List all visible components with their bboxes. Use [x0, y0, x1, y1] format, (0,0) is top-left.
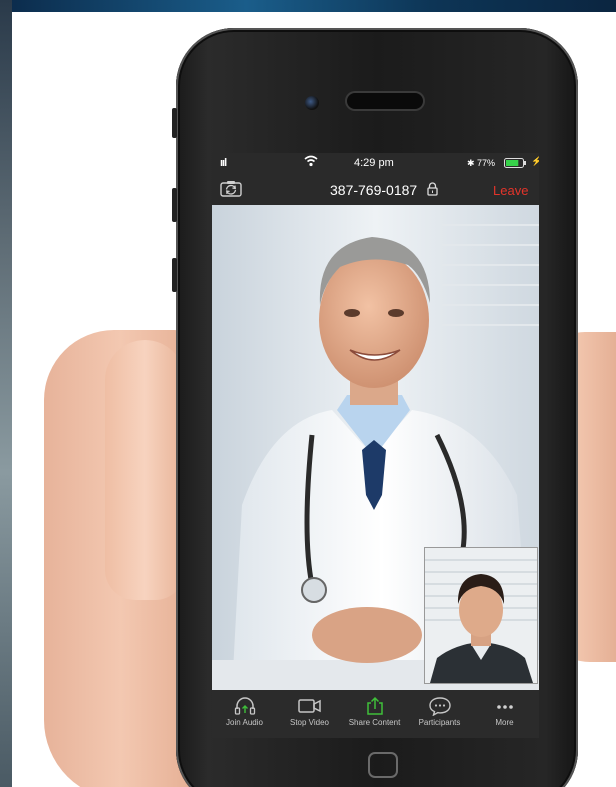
meeting-id: 387-769-0187: [330, 182, 418, 198]
self-view-image: [425, 548, 537, 683]
main-video-feed: [212, 205, 539, 690]
phone-silent-switch: [172, 108, 177, 138]
lock-icon: [427, 182, 438, 201]
join-audio-button[interactable]: Join Audio: [212, 692, 277, 736]
participants-label: Participants: [418, 718, 461, 727]
more-button[interactable]: More: [472, 692, 537, 736]
home-button[interactable]: [368, 752, 398, 778]
video-camera-icon: [297, 699, 321, 713]
switch-camera-icon[interactable]: [220, 180, 242, 202]
headphones-icon: [234, 697, 255, 715]
share-content-label: Share Content: [348, 718, 401, 727]
more-label: More: [495, 718, 514, 727]
photo-scene: ııl 4:29 pm ✱ 77% ⚡ 387-769-0187 Leave J…: [0, 0, 616, 787]
more-dots-icon: [496, 705, 513, 709]
join-audio-label: Join Audio: [226, 718, 263, 727]
meeting-toolbar: Join Audio Stop Video Share Content Part…: [212, 690, 539, 738]
share-icon: [366, 696, 383, 715]
phone-volume-down: [172, 258, 177, 292]
leave-button[interactable]: Leave: [493, 183, 528, 198]
bluetooth-icon: ✱: [467, 158, 475, 168]
stop-video-label: Stop Video: [290, 718, 329, 727]
meeting-header: 387-769-0187 Leave: [212, 173, 539, 205]
battery-percent: 77%: [477, 158, 496, 168]
share-content-button[interactable]: Share Content: [342, 692, 407, 736]
front-camera: [305, 96, 319, 110]
signal-strength: ııl: [220, 157, 227, 169]
status-time: 4:29 pm: [354, 157, 394, 169]
status-bar: ııl 4:29 pm ✱ 77% ⚡: [212, 153, 539, 173]
stop-video-button[interactable]: Stop Video: [277, 692, 342, 736]
phone-screen: ııl 4:29 pm ✱ 77% ⚡ 387-769-0187 Leave J…: [212, 153, 539, 738]
hand-thumb: [105, 340, 185, 600]
background-left-panel: [0, 0, 12, 787]
battery-icon: [504, 158, 528, 171]
phone-volume-up: [172, 188, 177, 222]
self-view-thumbnail[interactable]: [424, 547, 538, 684]
chat-bubble-icon: [428, 697, 451, 716]
earpiece-speaker: [347, 93, 423, 109]
background-top-strip: [0, 0, 616, 12]
wifi-icon: [304, 155, 318, 170]
charging-icon: ⚡: [531, 156, 539, 166]
participants-button[interactable]: Participants: [407, 692, 472, 736]
